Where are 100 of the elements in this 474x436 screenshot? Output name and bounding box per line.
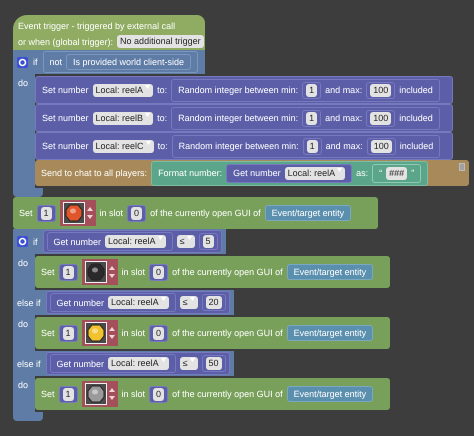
caret-icon — [160, 297, 166, 302]
dropdown-field[interactable]: ≤ — [180, 296, 198, 309]
block-label: Set — [19, 208, 33, 218]
block-label: not — [50, 57, 62, 67]
entity-block: Event/target entity — [264, 205, 352, 221]
number-field[interactable]: 1 — [306, 112, 318, 124]
arrows-icon[interactable] — [108, 388, 115, 400]
block-label: of the currently open GUI of — [172, 328, 283, 338]
arrows-icon[interactable] — [86, 207, 93, 219]
block-label: and max: — [326, 141, 363, 151]
number-field[interactable]: 100 — [370, 112, 392, 124]
block-label: else if — [17, 358, 41, 368]
block-label: if — [33, 236, 38, 246]
caret-icon — [160, 358, 166, 363]
block-label: and max: — [325, 85, 362, 95]
block-label: “ — [379, 168, 382, 178]
do-label: do — [13, 376, 35, 412]
caret-icon — [337, 168, 342, 172]
block-label: Set number — [42, 141, 89, 151]
block-label: and max: — [325, 113, 362, 123]
dropdown-field[interactable]: Local: reelA — [108, 296, 169, 309]
block-label: to: — [157, 85, 168, 95]
block-label: or when (global trigger): — [18, 36, 114, 46]
dropdown-field[interactable]: ≤ — [180, 357, 198, 370]
item-selector[interactable] — [82, 259, 118, 285]
block-label: Get number — [56, 358, 104, 368]
dropdown-field[interactable]: ≤ — [176, 235, 195, 248]
do-label: do — [13, 315, 35, 351]
do-label: do — [13, 254, 35, 290]
caret-icon — [158, 236, 163, 241]
block-label: in slot — [122, 267, 146, 277]
block-label: to: — [158, 141, 168, 151]
block-label: of the currently open GUI of — [172, 267, 283, 277]
caret-icon — [190, 297, 195, 302]
number-field[interactable]: 0 — [153, 326, 164, 340]
block-label: of the currently open GUI of — [172, 389, 283, 399]
dropdown-field[interactable]: Local: reelC — [92, 140, 154, 152]
dropdown-field[interactable]: No additional trigger — [117, 35, 204, 48]
block-label: Set number — [42, 85, 89, 95]
dropdown-field[interactable]: Local: reelB — [92, 112, 154, 124]
entity-block: Event/target entity — [286, 264, 374, 280]
block-foot — [13, 412, 43, 421]
item-selector[interactable] — [60, 200, 96, 226]
block-label: Random integer between min: — [178, 141, 299, 151]
dropdown-field[interactable]: Local: reelA — [92, 84, 154, 96]
entity-block: Event/target entity — [286, 386, 374, 402]
number-field[interactable]: 20 — [206, 296, 222, 309]
caret-icon — [186, 236, 192, 241]
gear-icon[interactable] — [17, 236, 28, 247]
block-label: Get number — [54, 236, 102, 246]
block-label: if — [33, 57, 38, 67]
block-label: Random integer between min: — [178, 113, 298, 123]
block-label: Set — [41, 389, 55, 399]
block-label: Get number — [56, 298, 104, 308]
number-field[interactable]: 0 — [153, 388, 164, 400]
number-field[interactable]: 1 — [62, 266, 74, 278]
number-field[interactable]: 50 — [206, 357, 222, 370]
number-field[interactable]: 1 — [62, 326, 74, 340]
block-label: in slot — [100, 208, 124, 218]
number-field[interactable]: 1 — [306, 84, 318, 96]
arrows-icon[interactable] — [108, 266, 115, 278]
entity-block: Event/target entity — [286, 325, 374, 341]
block-label: Random integer between min: — [178, 85, 298, 95]
number-field[interactable]: 100 — [370, 140, 392, 152]
dropdown-field[interactable]: Local: reelA — [108, 357, 169, 370]
block-label: included — [399, 113, 433, 123]
number-field[interactable]: 100 — [370, 84, 392, 96]
caret-icon — [145, 84, 150, 90]
arrows-icon[interactable] — [108, 327, 115, 339]
dropdown-field[interactable]: Local: reelA — [284, 166, 346, 180]
block-label: of the currently open GUI of — [150, 208, 261, 218]
number-field[interactable]: 1 — [306, 140, 318, 152]
number-field[interactable]: 0 — [153, 266, 164, 278]
block-label: else if — [17, 298, 41, 308]
block-label: Set — [41, 267, 55, 277]
block-label: included — [400, 141, 434, 151]
number-field[interactable]: 5 — [202, 235, 214, 248]
block-label: Format number: — [158, 168, 222, 178]
number-field[interactable]: 0 — [131, 206, 142, 220]
item-selector[interactable] — [82, 320, 118, 346]
caret-icon — [190, 358, 195, 363]
gear-icon[interactable] — [17, 56, 28, 68]
dropdown-field[interactable]: Local: reelA — [105, 235, 166, 248]
block-label: Event trigger - triggered by external call — [18, 21, 176, 31]
item-selector[interactable] — [82, 381, 118, 407]
block-label: included — [399, 85, 433, 95]
caret-icon — [145, 112, 150, 118]
number-field[interactable]: 1 — [62, 388, 74, 400]
block-label: in slot — [122, 389, 146, 399]
do-label: do — [13, 74, 35, 188]
caret-icon — [146, 140, 151, 146]
number-field[interactable]: 1 — [40, 206, 52, 220]
text-field[interactable]: ### — [386, 166, 408, 180]
block-label: Send to chat to all players: — [41, 168, 148, 178]
block-label: Set number — [42, 113, 89, 123]
block-label: in slot — [122, 328, 146, 338]
block-label: to: — [157, 113, 168, 123]
block-label: Get number — [233, 168, 281, 178]
world-check-block: Is provided world client-side — [66, 54, 192, 70]
block-label: Set — [41, 328, 55, 338]
